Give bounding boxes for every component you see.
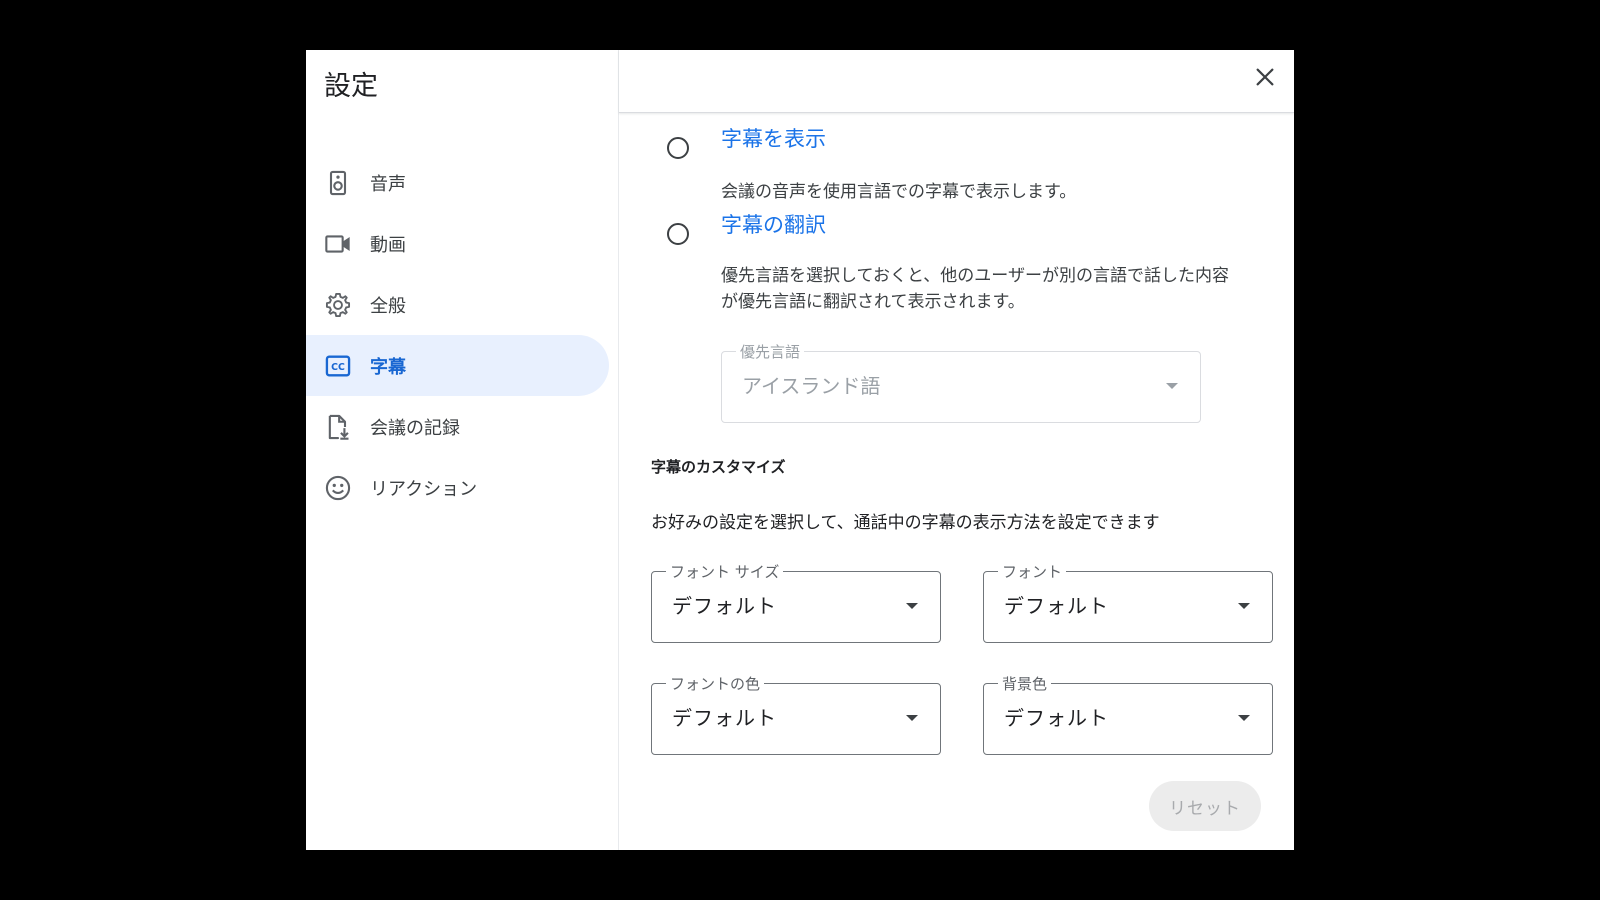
chevron-down-icon — [906, 603, 918, 609]
font-select[interactable]: フォント デフォルト — [983, 561, 1273, 643]
videocam-icon — [324, 230, 352, 258]
chevron-down-icon — [1166, 383, 1178, 389]
sidebar-item-label: 音声 — [370, 173, 406, 195]
font-size-select[interactable]: フォント サイズ デフォルト — [651, 561, 941, 643]
sidebar-item-label: リアクション — [370, 478, 478, 500]
background-color-value: デフォルト — [1004, 706, 1109, 730]
captions-panel: 字幕を表示 会議の音声を使用言語での字幕で表示します。 字幕の翻訳 優先言語を選… — [619, 50, 1294, 850]
font-size-legend: フォント サイズ — [666, 561, 784, 582]
sidebar-item-recording[interactable]: 会議の記録 — [306, 396, 609, 457]
show-captions-description: 会議の音声を使用言語での字幕で表示します。 — [721, 182, 1077, 202]
customize-section-description: お好みの設定を選択して、通話中の字幕の表示方法を設定できます — [651, 513, 1160, 533]
reset-button[interactable]: リセット — [1149, 781, 1261, 831]
background-color-legend: 背景色 — [998, 673, 1052, 694]
settings-nav: 音声 動画 全般 CC 字幕 会議の記録 リアクション — [306, 152, 609, 518]
translate-captions-description: 優先言語を選択しておくと、他のユーザーが別の言語で話した内容 が優先言語に翻訳さ… — [721, 263, 1229, 315]
preferred-language-value: アイスランド語 — [742, 374, 881, 398]
smiley-icon — [324, 474, 352, 502]
description-line: が優先言語に翻訳されて表示されます。 — [721, 292, 1025, 312]
font-value: デフォルト — [1004, 594, 1109, 618]
background-color-select[interactable]: 背景色 デフォルト — [983, 673, 1273, 755]
translate-captions-label[interactable]: 字幕の翻訳 — [721, 209, 826, 239]
chevron-down-icon — [1238, 715, 1250, 721]
translate-captions-radio[interactable] — [667, 223, 689, 245]
chevron-down-icon — [906, 715, 918, 721]
close-button[interactable] — [1250, 64, 1280, 94]
sidebar-item-label: 動画 — [370, 234, 406, 256]
sidebar-item-label: 字幕 — [370, 356, 406, 378]
show-captions-label[interactable]: 字幕を表示 — [721, 123, 826, 153]
sidebar-item-reactions[interactable]: リアクション — [306, 457, 609, 518]
sidebar-item-captions[interactable]: CC 字幕 — [306, 335, 609, 396]
font-size-value: デフォルト — [672, 594, 777, 618]
description-line: 優先言語を選択しておくと、他のユーザーが別の言語で話した内容 — [721, 266, 1229, 286]
chevron-down-icon — [1238, 603, 1250, 609]
settings-dialog: 設定 音声 動画 全般 CC 字幕 会議の記録 リアクション 字幕を表示 会議の… — [306, 50, 1294, 850]
sidebar-item-video[interactable]: 動画 — [306, 213, 609, 274]
speaker-icon — [324, 169, 352, 197]
customize-section-title: 字幕のカスタマイズ — [651, 458, 786, 476]
closed-caption-icon: CC — [324, 352, 352, 380]
show-captions-radio[interactable] — [667, 137, 689, 159]
font-color-select[interactable]: フォントの色 デフォルト — [651, 673, 941, 755]
settings-sidebar: 設定 音声 動画 全般 CC 字幕 会議の記録 リアクション — [306, 50, 619, 850]
file-download-icon — [324, 413, 352, 441]
dialog-title: 設定 — [324, 71, 378, 102]
sidebar-item-label: 会議の記録 — [370, 417, 460, 439]
show-captions-option[interactable]: 字幕を表示 — [667, 127, 826, 159]
sidebar-item-audio[interactable]: 音声 — [306, 152, 609, 213]
gear-icon — [324, 291, 352, 319]
preferred-language-legend: 優先言語 — [736, 341, 805, 362]
sidebar-item-general[interactable]: 全般 — [306, 274, 609, 335]
font-color-legend: フォントの色 — [666, 673, 765, 694]
font-color-value: デフォルト — [672, 706, 777, 730]
close-icon — [1254, 66, 1276, 92]
preferred-language-select: 優先言語 アイスランド語 — [721, 341, 1201, 423]
sidebar-item-label: 全般 — [370, 295, 406, 317]
translate-captions-option[interactable]: 字幕の翻訳 — [667, 213, 826, 245]
svg-text:CC: CC — [331, 362, 345, 373]
font-legend: フォント — [998, 561, 1067, 582]
panel-header — [619, 50, 1294, 113]
